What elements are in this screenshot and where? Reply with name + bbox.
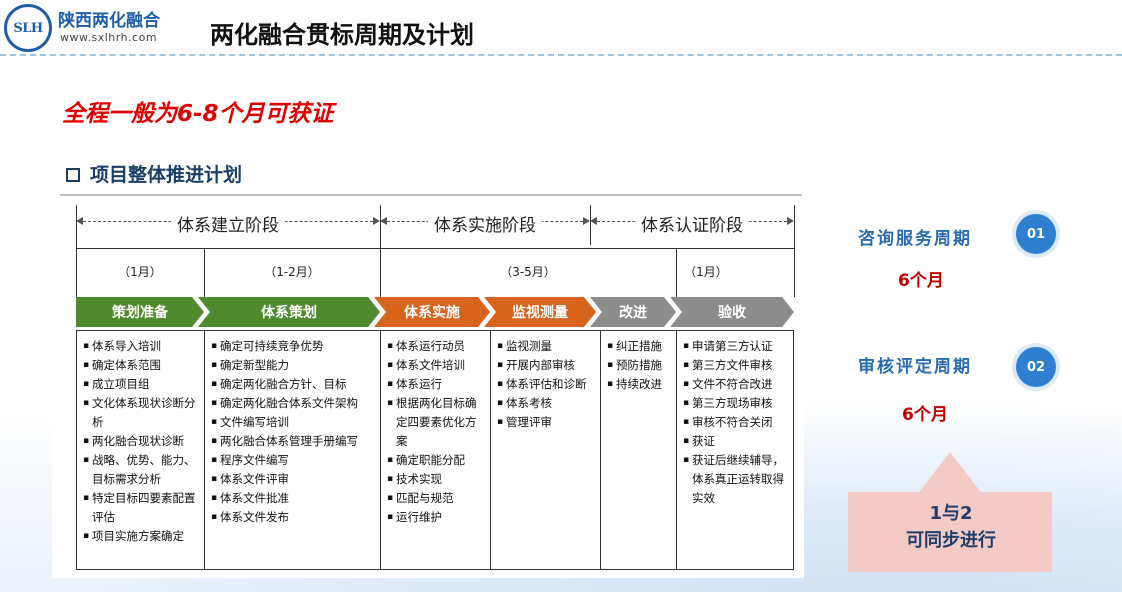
task-grid: 体系导入培训确定体系范围成立项目组文化体系现状诊断分析两化融合现状诊断战略、优势… xyxy=(76,330,794,570)
grid-line xyxy=(76,205,77,297)
task-item: 纠正措施 xyxy=(607,337,672,356)
task-column: 申请第三方认证第三方文件审核文件不符合改进第三方现场审核审核不符合关闭获证获证后… xyxy=(677,331,795,569)
task-item: 获证 xyxy=(683,432,791,451)
step-label: 改进 xyxy=(619,305,647,321)
task-item: 申请第三方认证 xyxy=(683,337,791,356)
phase-implement: 体系实施阶段 xyxy=(380,205,590,245)
task-item: 监视测量 xyxy=(497,337,596,356)
task-item: 根据两化目标确定四要素优化方案 xyxy=(387,394,486,451)
task-item: 预防措施 xyxy=(607,356,672,375)
task-item: 第三方现场审核 xyxy=(683,394,791,413)
task-item: 体系运行 xyxy=(387,375,486,394)
task-item: 两化融合现状诊断 xyxy=(83,432,200,451)
task-item: 第三方文件审核 xyxy=(683,356,791,375)
task-item: 运行维护 xyxy=(387,508,486,527)
header-divider xyxy=(0,54,1122,56)
task-item: 两化融合体系管理手册编写 xyxy=(211,432,376,451)
task-item: 获证后继续辅导，体系真正运转取得实效 xyxy=(683,451,791,508)
consulting-cycle-label: 咨询服务周期 xyxy=(858,229,972,249)
task-item: 特定目标四要素配置评估 xyxy=(83,489,200,527)
grid-line xyxy=(794,205,795,297)
task-item: 确定职能分配 xyxy=(387,451,486,470)
task-column: 监视测量开展内部审核体系评估和诊断体系考核管理评审 xyxy=(491,331,601,569)
task-item: 程序文件编写 xyxy=(211,451,376,470)
task-item: 体系文件培训 xyxy=(387,356,486,375)
badge-02: 02 xyxy=(1012,343,1060,391)
task-item: 成立项目组 xyxy=(83,375,200,394)
task-item: 体系文件批准 xyxy=(211,489,376,508)
note-line-1: 1与2 xyxy=(929,503,973,524)
checkbox-square-icon xyxy=(66,168,80,182)
subtitle: 全程一般为6-8个月可获证 xyxy=(62,101,334,127)
task-column: 纠正措施预防措施持续改进 xyxy=(601,331,677,569)
step-label: 验收 xyxy=(718,305,746,321)
logo-name: 陕西两化融合 xyxy=(58,11,160,31)
task-item: 文件不符合改进 xyxy=(683,375,791,394)
task-item: 确定两化融合方针、目标 xyxy=(211,375,376,394)
task-item: 确定可持续竞争优势 xyxy=(211,337,376,356)
step-label: 体系策划 xyxy=(261,305,317,321)
plan-heading-rule xyxy=(60,194,802,196)
step-label: 策划准备 xyxy=(112,305,168,321)
task-item: 体系考核 xyxy=(497,394,596,413)
task-item: 技术实现 xyxy=(387,470,486,489)
audit-cycle-value: 6个月 xyxy=(902,405,948,425)
task-item: 项目实施方案确定 xyxy=(83,527,200,546)
logo-emblem: SLH xyxy=(4,4,52,52)
task-item: 匹配与规范 xyxy=(387,489,486,508)
plan-heading: 项目整体推进计划 xyxy=(66,160,242,187)
grid-line xyxy=(590,205,591,245)
audit-cycle-label: 审核评定周期 xyxy=(858,357,972,377)
month-label: （1月） xyxy=(118,265,162,279)
parallel-note: 1与2 可同步进行 xyxy=(852,500,1050,554)
phase-label: 体系实施阶段 xyxy=(428,216,542,236)
task-column: 体系导入培训确定体系范围成立项目组文化体系现状诊断分析两化融合现状诊断战略、优势… xyxy=(77,331,205,569)
page-title: 两化融合贯标周期及计划 xyxy=(210,21,474,49)
phase-label: 体系认证阶段 xyxy=(635,216,749,236)
task-item: 管理评审 xyxy=(497,413,596,432)
month-label: （3-5月） xyxy=(500,265,556,279)
logo-url: www.sxlhrh.com xyxy=(60,31,158,44)
step-acceptance: 验收 xyxy=(670,297,794,327)
step-improvement: 改进 xyxy=(590,297,676,327)
task-item: 体系文件评审 xyxy=(211,470,376,489)
month-label: （1-2月） xyxy=(264,265,320,279)
badge-01: 01 xyxy=(1012,210,1060,258)
phase-certify: 体系认证阶段 xyxy=(590,205,794,245)
logo-mark-text: SLH xyxy=(13,20,43,36)
task-item: 确定新型能力 xyxy=(211,356,376,375)
task-item: 文化体系现状诊断分析 xyxy=(83,394,200,432)
task-item: 体系评估和诊断 xyxy=(497,375,596,394)
note-line-2: 可同步进行 xyxy=(906,530,996,551)
grid-line xyxy=(380,205,381,297)
step-monitoring: 监视测量 xyxy=(484,297,596,327)
logo: SLH 陕西两化融合 www.sxlhrh.com xyxy=(0,0,182,52)
task-item: 战略、优势、能力、目标需求分析 xyxy=(83,451,200,489)
task-column: 确定可持续竞争优势确定新型能力确定两化融合方针、目标确定两化融合体系文件架构文件… xyxy=(205,331,381,569)
step-label: 体系实施 xyxy=(404,305,460,321)
step-planning-prep: 策划准备 xyxy=(76,297,204,327)
task-column: 体系运行动员体系文件培训体系运行根据两化目标确定四要素优化方案确定职能分配技术实… xyxy=(381,331,491,569)
consulting-cycle-value: 6个月 xyxy=(898,271,944,291)
task-item: 确定体系范围 xyxy=(83,356,200,375)
grid-line xyxy=(76,248,794,249)
task-item: 体系文件发布 xyxy=(211,508,376,527)
month-label: （1月） xyxy=(684,265,728,279)
task-item: 体系运行动员 xyxy=(387,337,486,356)
step-system-implementation: 体系实施 xyxy=(374,297,490,327)
task-item: 文件编写培训 xyxy=(211,413,376,432)
phase-build: 体系建立阶段 xyxy=(76,205,380,245)
plan-heading-text: 项目整体推进计划 xyxy=(90,164,243,186)
task-item: 开展内部审核 xyxy=(497,356,596,375)
task-item: 持续改进 xyxy=(607,375,672,394)
task-item: 确定两化融合体系文件架构 xyxy=(211,394,376,413)
step-label: 监视测量 xyxy=(512,305,568,321)
step-system-planning: 体系策划 xyxy=(198,297,380,327)
task-item: 审核不符合关闭 xyxy=(683,413,791,432)
phase-label: 体系建立阶段 xyxy=(171,216,285,236)
task-item: 体系导入培训 xyxy=(83,337,200,356)
